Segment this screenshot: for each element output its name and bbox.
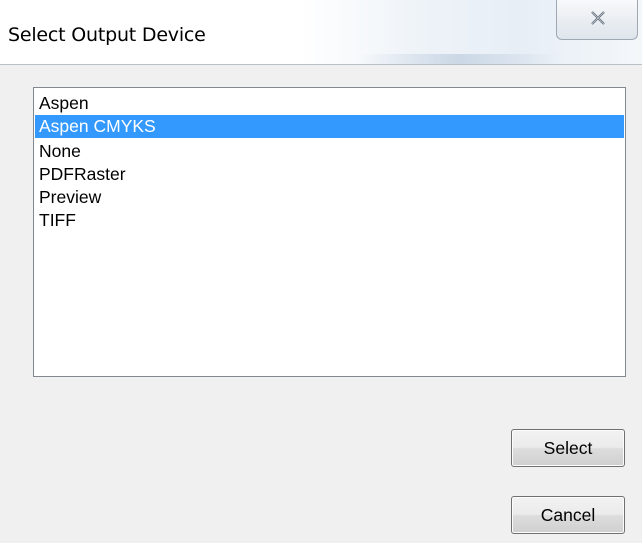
window-title: Select Output Device: [8, 24, 206, 46]
close-x-icon: [591, 11, 605, 25]
list-item-selected[interactable]: Aspen CMYKS: [35, 115, 624, 138]
list-item[interactable]: PDFRaster: [35, 163, 624, 186]
close-button[interactable]: [556, 0, 638, 40]
cancel-button[interactable]: Cancel: [511, 496, 625, 534]
device-listbox[interactable]: Aspen Aspen CMYKS None PDFRaster Preview…: [33, 87, 626, 377]
title-bar[interactable]: Select Output Device: [0, 0, 642, 64]
select-button[interactable]: Select: [511, 429, 625, 467]
list-item[interactable]: Preview: [35, 186, 624, 209]
list-item[interactable]: None: [35, 140, 624, 163]
list-item[interactable]: Aspen: [35, 92, 624, 115]
list-item[interactable]: TIFF: [35, 209, 624, 232]
